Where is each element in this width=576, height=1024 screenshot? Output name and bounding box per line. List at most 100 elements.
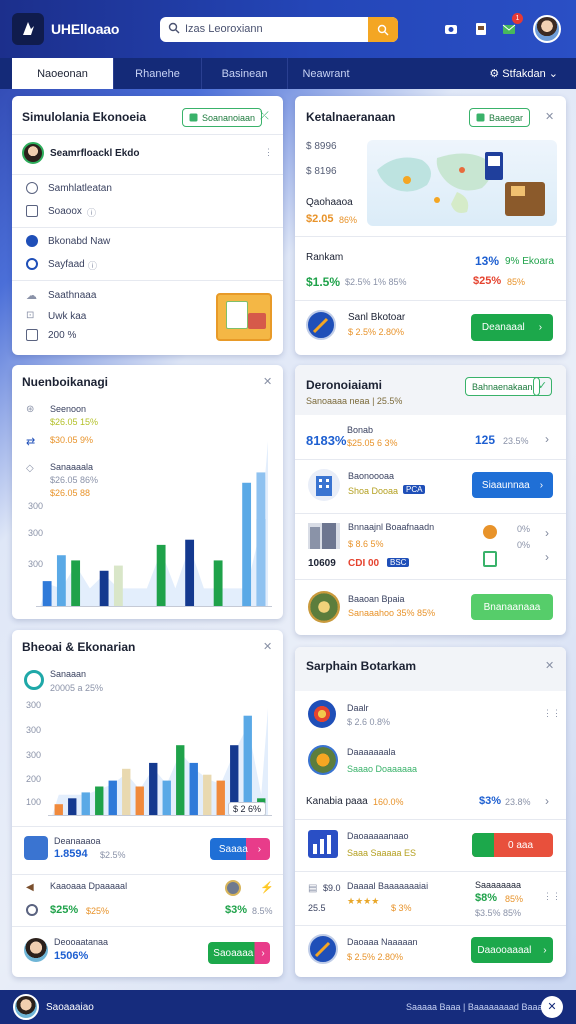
stat-percent: $1.5% <box>306 275 341 289</box>
tools-icon[interactable]: ✕ <box>541 996 563 1018</box>
close-icon[interactable]: ✕ <box>263 640 272 653</box>
row-label: Daaaaaaala <box>347 747 396 757</box>
search-button[interactable] <box>368 17 398 42</box>
close-icon[interactable]: ✕ <box>545 659 554 672</box>
card-title: Deronoiaiami <box>306 378 383 392</box>
rating-stars: ★★★★ <box>347 896 380 906</box>
bottom-label: Saoaaaiao <box>46 1002 94 1013</box>
row-value: 0% <box>517 524 531 534</box>
chevron-right-icon[interactable]: › <box>545 432 549 446</box>
card-deron: Deronoiaiami Sanoaaaa neaa | 25.5% Bahna… <box>295 365 566 635</box>
legend-sub: 20005 a 25% <box>50 683 104 693</box>
tab-fourth[interactable]: Neawrant <box>288 58 364 89</box>
camera-icon[interactable] <box>442 20 460 38</box>
medal-icon <box>225 880 241 896</box>
legend-label: Sanaaan <box>50 669 87 679</box>
row-label: Daalr <box>347 703 369 713</box>
card-sarphain: Sarphain Botarkam ✕ Daalr $ 2.6 0.8% ⋮⋮ … <box>295 647 566 977</box>
card-chart-nuen: Nuenboikanagi ✕ ⊛ Seenoon $26.05 15% ⇄ $… <box>12 365 283 619</box>
primary-button[interactable]: Daaooaaaal › <box>471 937 553 963</box>
chart-bar <box>56 555 66 607</box>
pen-icon <box>308 934 338 964</box>
row-label: Bonab <box>347 425 374 435</box>
search-icon <box>377 24 389 35</box>
stat-value: 8183% <box>306 433 347 448</box>
tab-overview[interactable]: Naoeonan <box>12 58 114 89</box>
row-value: 25.5 <box>308 903 326 913</box>
globe-icon <box>308 700 336 728</box>
stat-sub: 85% <box>507 277 526 287</box>
row-value: Sayfaad <box>48 259 85 270</box>
illustration-image <box>216 293 272 341</box>
secondary-button[interactable]: Bnanaanaaa <box>471 594 553 620</box>
row-value: $8% <box>475 892 498 904</box>
avatar[interactable] <box>533 15 561 43</box>
card-title: Bheoai & Ekonarian <box>22 640 136 654</box>
divider <box>295 579 566 580</box>
row-sub: 8.5% <box>252 906 273 916</box>
tab-dropdown[interactable]: ⚙ Stfakdan ⌄ <box>489 67 558 80</box>
row-value: $3% <box>225 904 248 916</box>
tab-third[interactable]: Basinean <box>202 58 288 89</box>
user-avatar <box>24 938 48 962</box>
row-label: Daoaaa Naaaaan <box>347 937 418 947</box>
row-sub: $25% <box>86 906 110 916</box>
row-value: $3% <box>479 795 502 807</box>
check-icon[interactable]: ✓ <box>533 377 552 396</box>
row-value: 85% <box>505 894 524 904</box>
chat-icon: ⊡ <box>26 310 35 321</box>
chevron-right-icon: › <box>257 843 262 855</box>
tab-bar: Naoeonan Rhanehe Basinean Neawrant ⚙ Stf… <box>0 58 576 89</box>
settings-icon: ⚙ <box>489 68 500 80</box>
alert-button[interactable]: 0 aaa <box>472 833 553 857</box>
divider <box>12 280 283 281</box>
chevron-right-icon[interactable]: › <box>545 794 549 808</box>
expand-icon[interactable]: ⤫ <box>260 110 269 123</box>
pill-button[interactable]: Saaaa › <box>210 838 270 860</box>
tag-badge: PCA <box>403 485 426 494</box>
avatar[interactable] <box>13 994 39 1020</box>
document-icon[interactable] <box>472 20 490 38</box>
tab-second[interactable]: Rhanehe <box>114 58 202 89</box>
row-sub: Sanaaahoo 35% 85% <box>348 608 436 618</box>
divider <box>295 925 566 926</box>
primary-button[interactable]: Deanaaal › <box>471 314 553 341</box>
tag-icon: ◇ <box>26 463 34 474</box>
app-logo-icon[interactable] <box>12 13 44 45</box>
row-sub: $25.05 6 3% <box>347 438 398 448</box>
divider <box>12 826 283 827</box>
close-icon[interactable]: ✕ <box>263 375 272 388</box>
divider <box>12 227 283 228</box>
stack-icon: ▤ <box>308 883 318 894</box>
more-icon[interactable]: ⋮ <box>264 147 273 158</box>
notification-badge: 1 <box>512 13 523 24</box>
drag-handle-icon[interactable]: ⋮⋮ <box>543 708 561 719</box>
chevron-right-icon[interactable]: › <box>545 526 549 540</box>
row-value: 0% <box>517 540 531 550</box>
info-icon: ⓘ <box>88 261 98 271</box>
filter-chip[interactable]: Bahnaenakaan <box>465 377 540 396</box>
action-button[interactable]: Saoaaaa › <box>208 942 270 964</box>
flag-icon <box>472 833 494 857</box>
row-label: Deooaatanaa <box>54 937 109 947</box>
close-icon[interactable]: ✕ <box>545 110 554 123</box>
filter-chip[interactable]: Soananoiaan <box>182 108 263 127</box>
filter-chip[interactable]: Baaegar <box>469 108 531 127</box>
chart-bar <box>108 780 117 816</box>
y-tick: 100 <box>26 797 42 807</box>
drag-handle-icon[interactable]: ⋮⋮ <box>543 891 561 902</box>
check-icon <box>476 113 485 122</box>
card-chart-bheo: Bheoai & Ekonarian ✕ Sanaaan 20005 a 25%… <box>12 630 283 977</box>
action-button[interactable]: Siaaunnaa › <box>472 472 553 498</box>
search-input[interactable]: Izas Leoroxiann <box>185 23 263 35</box>
stat-value: 125 <box>475 433 496 447</box>
search-bar[interactable]: Izas Leoroxiann <box>160 17 398 42</box>
chevron-right-icon[interactable]: › <box>545 550 549 564</box>
row-label: Saaaaaaaa <box>475 880 522 890</box>
world-map-image <box>367 140 557 226</box>
footer-label: Sanl Bkotoar <box>348 312 406 323</box>
row-label: Daaaal Baaaaaaaiai <box>347 881 429 891</box>
card-title: Nuenboikanagi <box>22 375 109 389</box>
row-value: 1506% <box>54 950 89 962</box>
bottom-bar: Saoaaaiao Saaaaa Baaa | Baaaaaaaad Baaaa… <box>0 990 576 1024</box>
